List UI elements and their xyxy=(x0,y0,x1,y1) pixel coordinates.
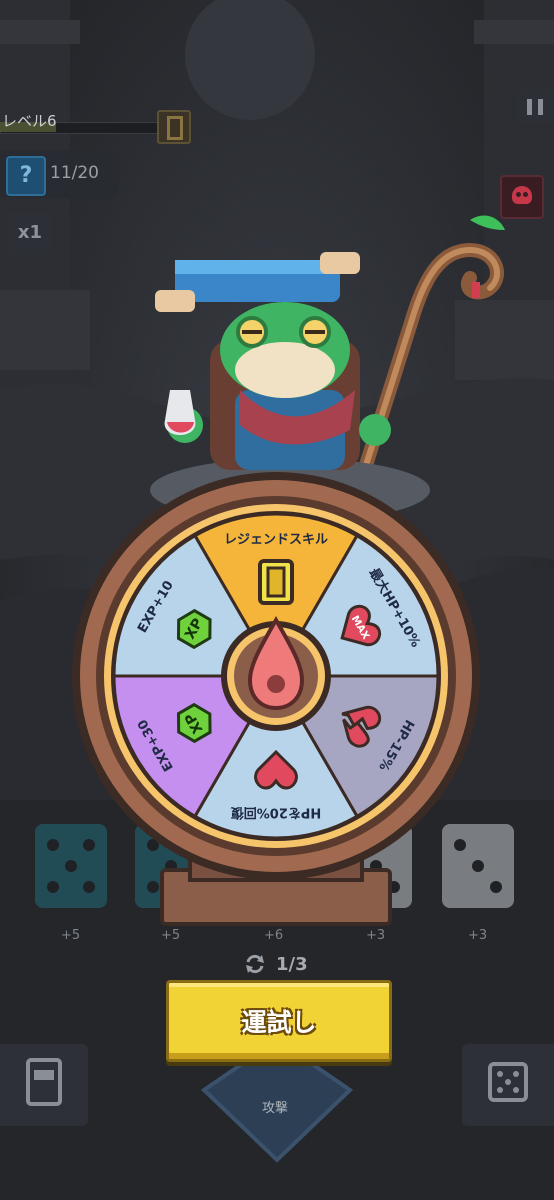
dice-value: +3 xyxy=(468,928,488,943)
dice-value: +6 xyxy=(264,928,284,943)
reroll-icon xyxy=(246,954,264,974)
level-label: レベル6 xyxy=(2,112,57,130)
level-card-icon xyxy=(157,110,191,144)
skill-book-button[interactable] xyxy=(0,1044,88,1126)
speed-multiplier-button[interactable]: x1 xyxy=(8,212,52,254)
dice-value: +5 xyxy=(61,928,81,943)
dice-menu-button[interactable] xyxy=(462,1044,554,1126)
wheel-segment-label: HPを20%回復 xyxy=(230,804,322,820)
dice-value: +3 xyxy=(366,928,386,943)
attack-label[interactable]: 攻撃 xyxy=(262,1097,288,1116)
heart-icon xyxy=(254,746,298,790)
dice-icon xyxy=(488,1062,528,1102)
pause-icon xyxy=(527,99,532,115)
try-luck-button[interactable]: 運試し xyxy=(166,980,392,1062)
dice-pip xyxy=(490,881,502,893)
pause-button[interactable] xyxy=(516,90,554,124)
dice-value: +5 xyxy=(161,928,181,943)
legend-card-icon xyxy=(256,558,296,610)
quest-icon[interactable]: ? xyxy=(6,156,46,196)
wheel-segment-label: レジェンドスキル xyxy=(223,532,329,548)
dice-pip xyxy=(47,839,59,851)
quest-count: 11/20 xyxy=(50,163,99,183)
book-icon xyxy=(26,1058,62,1106)
reroll-count: 1/3 xyxy=(276,954,308,975)
dice-pip xyxy=(47,881,59,893)
